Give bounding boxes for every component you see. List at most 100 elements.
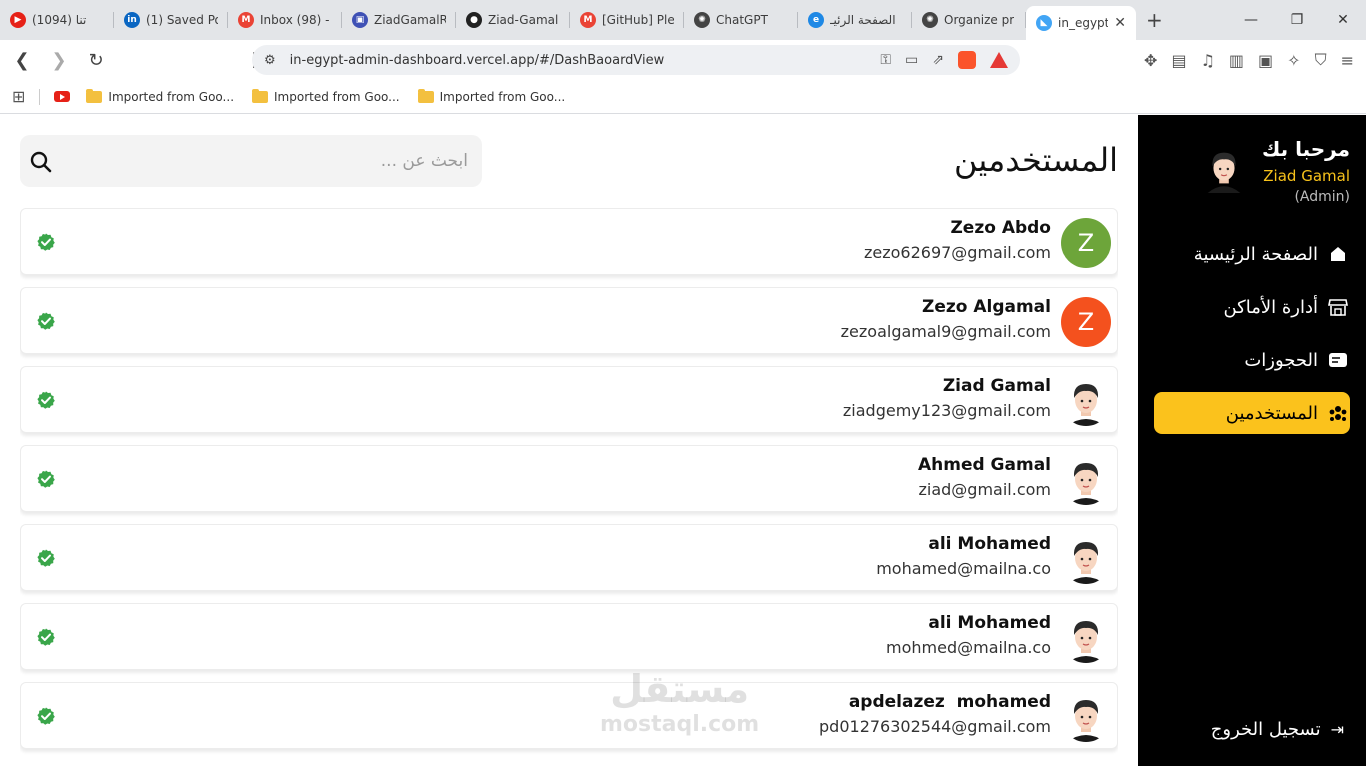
tab-title: (1) Saved Po [146,13,218,27]
browser-tab[interactable]: in (1) Saved Po [114,0,228,40]
sidebar-item-label: الحجوزات [1244,349,1318,371]
user-email: mohamed@mailna.co [876,559,1051,578]
user-info: Zezo Abdo zezo62697@gmail.com [864,218,1051,262]
site-settings-icon[interactable]: ⚙ [264,53,276,68]
gmail-icon: M [580,12,596,28]
menu-icon[interactable]: ≡ [1341,51,1354,70]
search-input[interactable] [68,135,468,187]
browser-tab[interactable]: ▣ ZiadGamalR [342,0,456,40]
bookmark-folder[interactable]: Imported from Goo... [417,88,565,104]
avatar: Z [1061,297,1111,347]
logout-icon: ⇥ [1330,720,1344,739]
sidebar-menu: الصفحة الرئيسية أدارة الأماكن الحجوزات المس… [1154,233,1350,445]
tab-title: Inbox (98) - [260,13,330,27]
sidebar-item-label: الصفحة الرئيسية [1193,243,1318,265]
browser-tab[interactable]: ● Ziad-Gamal [456,0,570,40]
user-name: Ziad Gamal [942,376,1051,396]
verified-icon [37,233,55,251]
bookmark-folder[interactable]: Imported from Goo... [86,88,234,104]
tab-title: Ziad-Gamal [488,13,559,27]
user-info: Ahmed Gamal ziad@gmail.com [918,455,1051,499]
verified-icon [37,707,55,725]
user-row[interactable]: ali Mohamed mohmed@mailna.co [20,603,1118,670]
user-row[interactable]: Z Zezo Algamal zezoalgamal9@gmail.com [20,287,1118,354]
user-row[interactable]: apdelazez mohamed pd01276302544@gmail.com [20,682,1118,749]
folder-icon [86,88,103,103]
share-icon[interactable]: ⇗ [932,52,944,68]
key-icon[interactable]: ⚿ [880,52,891,68]
browser-tab[interactable]: ✺ Organize pr [912,0,1026,40]
linkedin-icon: in [124,12,140,28]
bookmark-label: Imported from Goo... [274,89,400,104]
user-email: mohmed@mailna.co [886,638,1051,657]
user-info: Zezo Algamal zezoalgamal9@gmail.com [841,297,1051,341]
sidebar-item[interactable]: الصفحة الرئيسية [1154,233,1350,275]
chatgpt-icon: ✺ [922,12,938,28]
sidebar-item[interactable]: أدارة الأماكن [1154,286,1350,328]
media-icon[interactable]: ♫ [1201,51,1215,70]
forward-icon[interactable]: ❯ [44,45,74,75]
brave-shields-icon[interactable] [958,51,976,69]
watermark-domain: mostaql.com [600,712,760,737]
youtube-bookmark-icon[interactable] [54,91,71,102]
url-text[interactable]: in-egypt-admin-dashboard.vercel.app/#/Da… [290,53,665,68]
sidebar-item[interactable]: الحجوزات [1154,339,1350,381]
apps-grid-icon[interactable]: ⊞ [12,87,25,106]
user-row[interactable]: ali Mohamed mohamed@mailna.co [20,524,1118,591]
chatgpt-icon: ✺ [694,12,710,28]
reload-icon[interactable]: ↻ [81,45,111,75]
avatar [1061,376,1111,426]
sidebar-item-label: المستخدمين [1225,402,1318,424]
sidebar-toggle-icon[interactable]: ▥ [1229,51,1244,70]
address-bar[interactable]: ⚙ in-egypt-admin-dashboard.vercel.app/#/… [252,45,1020,75]
tab-title: الصفحة الرئيـ [830,13,896,27]
browser-tab[interactable]: ◣ in_egypt ✕ [1026,6,1136,40]
watermark-brand: مستقل [610,667,750,711]
tab-close-icon[interactable]: ✕ [1114,15,1126,31]
search-box [20,135,482,187]
tab-title: in_egypt [1058,16,1109,30]
reader-icon[interactable]: ▤ [1171,51,1186,70]
close-window-icon[interactable]: ✕ [1320,0,1366,40]
tab-title: (1094) تنا [32,13,87,27]
sidebar-item[interactable]: المستخدمين [1154,392,1350,434]
user-role: (Admin) [1294,189,1350,205]
bookmark-folder[interactable]: Imported from Goo... [252,88,400,104]
user-row[interactable]: Z Zezo Abdo zezo62697@gmail.com [20,208,1118,275]
browser-tab-strip: ▶ (1094) تنا in (1) Saved Po M Inbox (98) - ▣ Z… [0,0,1366,40]
vpn-icon[interactable]: ⛉ [1315,50,1327,70]
cast-icon[interactable]: ▭ [905,52,918,68]
user-name: Zezo Abdo [950,218,1051,238]
browser-tab[interactable]: M [GitHub] Ple [570,0,684,40]
user-email: zezo62697@gmail.com [863,243,1051,262]
gmail-icon: M [238,12,254,28]
minimize-icon[interactable]: — [1228,0,1274,40]
page-title: المستخدمين [954,141,1118,179]
bookings-icon [1328,350,1348,370]
flutter-icon: ◣ [1036,15,1052,31]
user-row[interactable]: Ziad Gamal ziadgemy123@gmail.com [20,366,1118,433]
browser-tab[interactable]: ▶ (1094) تنا [0,0,114,40]
user-row[interactable]: Ahmed Gamal ziad@gmail.com [20,445,1118,512]
logout-button[interactable]: ⇥ تسجيل الخروج [1211,719,1344,740]
search-icon[interactable] [30,151,52,173]
browser-tab[interactable]: M Inbox (98) - [228,0,342,40]
avatar [1061,455,1111,505]
back-icon[interactable]: ❮ [7,45,37,75]
user-name: apdelazez mohamed [848,692,1051,712]
verified-icon [37,312,55,330]
sidebar: مرحبا بك Ziad Gamal (Admin) الصفحة الرئي… [1138,115,1366,766]
tab-list: ▶ (1094) تنا in (1) Saved Po M Inbox (98) - ▣ Z… [0,0,1136,40]
extensions-area: ✥ ▤ ♫ ▥ ▣ ✧ ⛉ ≡ [1144,40,1354,80]
tab-title: Organize pr [944,13,1015,27]
browser-tab[interactable]: e الصفحة الرئيـ [798,0,912,40]
new-tab-button[interactable]: + [1146,8,1163,32]
user-info: apdelazez mohamed pd01276302544@gmail.com [819,692,1051,736]
brave-rewards-icon[interactable] [990,52,1008,68]
browser-tab[interactable]: ✺ ChatGPT [684,0,798,40]
sidebar-item-label: أدارة الأماكن [1223,296,1318,318]
extensions-icon[interactable]: ✥ [1144,51,1157,70]
restore-icon[interactable]: ❐ [1274,0,1320,40]
leo-ai-icon[interactable]: ✧ [1287,51,1300,70]
wallet-icon[interactable]: ▣ [1258,51,1273,70]
